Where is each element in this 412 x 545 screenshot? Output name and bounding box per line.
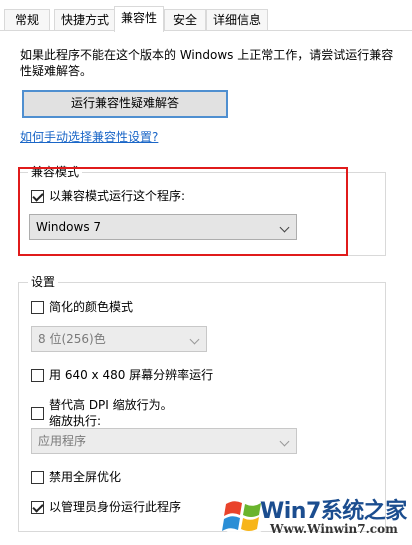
settings-title: 设置 — [28, 275, 59, 289]
run-troubleshooter-button[interactable]: 运行兼容性疑难解答 — [22, 90, 228, 118]
dpi-label-line2: 缩放执行: — [49, 414, 102, 428]
tab-general[interactable]: 常规 — [4, 9, 50, 31]
dpi-label: 替代高 DPI 缩放行为。 缩放执行: — [49, 397, 173, 429]
reduced-color-checkbox[interactable] — [31, 300, 44, 314]
chevron-down-icon — [279, 436, 290, 447]
chevron-down-icon — [189, 334, 200, 345]
run-as-admin-row[interactable]: 以管理员身份运行此程序 — [31, 499, 181, 515]
watermark-url: Www.Winwin7.com — [270, 522, 398, 536]
tab-security[interactable]: 安全 — [164, 9, 206, 31]
dpi-checkbox[interactable] — [31, 406, 44, 420]
color-depth-value: 8 位(256)色 — [38, 332, 106, 346]
highlight-box — [18, 167, 348, 256]
dpi-row[interactable]: 替代高 DPI 缩放行为。 缩放执行: — [31, 397, 173, 429]
disable-fullscreen-checkbox[interactable] — [31, 470, 44, 484]
disable-fullscreen-label: 禁用全屏优化 — [49, 470, 122, 484]
tab-compatibility[interactable]: 兼容性 — [114, 6, 164, 32]
intro-text: 如果此程序不能在这个版本的 Windows 上正常工作，请尝试运行兼容性疑难解答… — [20, 48, 394, 78]
run-as-admin-label: 以管理员身份运行此程序 — [49, 500, 182, 514]
reduced-color-label: 简化的颜色模式 — [49, 300, 134, 314]
dpi-scaling-value: 应用程序 — [38, 434, 87, 448]
color-depth-select: 8 位(256)色 — [31, 326, 207, 352]
run-as-admin-checkbox[interactable] — [31, 500, 44, 514]
manual-settings-link[interactable]: 如何手动选择兼容性设置? — [20, 128, 158, 145]
disable-fullscreen-row[interactable]: 禁用全屏优化 — [31, 469, 121, 485]
tab-bar: 常规 快捷方式 兼容性 安全 详细信息 — [0, 0, 412, 32]
res-640-label: 用 640 x 480 屏幕分辨率运行 — [49, 368, 214, 382]
tab-details[interactable]: 详细信息 — [206, 9, 268, 31]
res-640-checkbox[interactable] — [31, 368, 44, 382]
dpi-label-line1: 替代高 DPI 缩放行为。 — [49, 398, 173, 412]
reduced-color-row[interactable]: 简化的颜色模式 — [31, 299, 133, 315]
tab-shortcut[interactable]: 快捷方式 — [54, 9, 116, 31]
dpi-scaling-select: 应用程序 — [31, 428, 297, 454]
watermark-brand: Win7系统之家 — [260, 499, 407, 524]
res-640-row[interactable]: 用 640 x 480 屏幕分辨率运行 — [31, 367, 213, 383]
